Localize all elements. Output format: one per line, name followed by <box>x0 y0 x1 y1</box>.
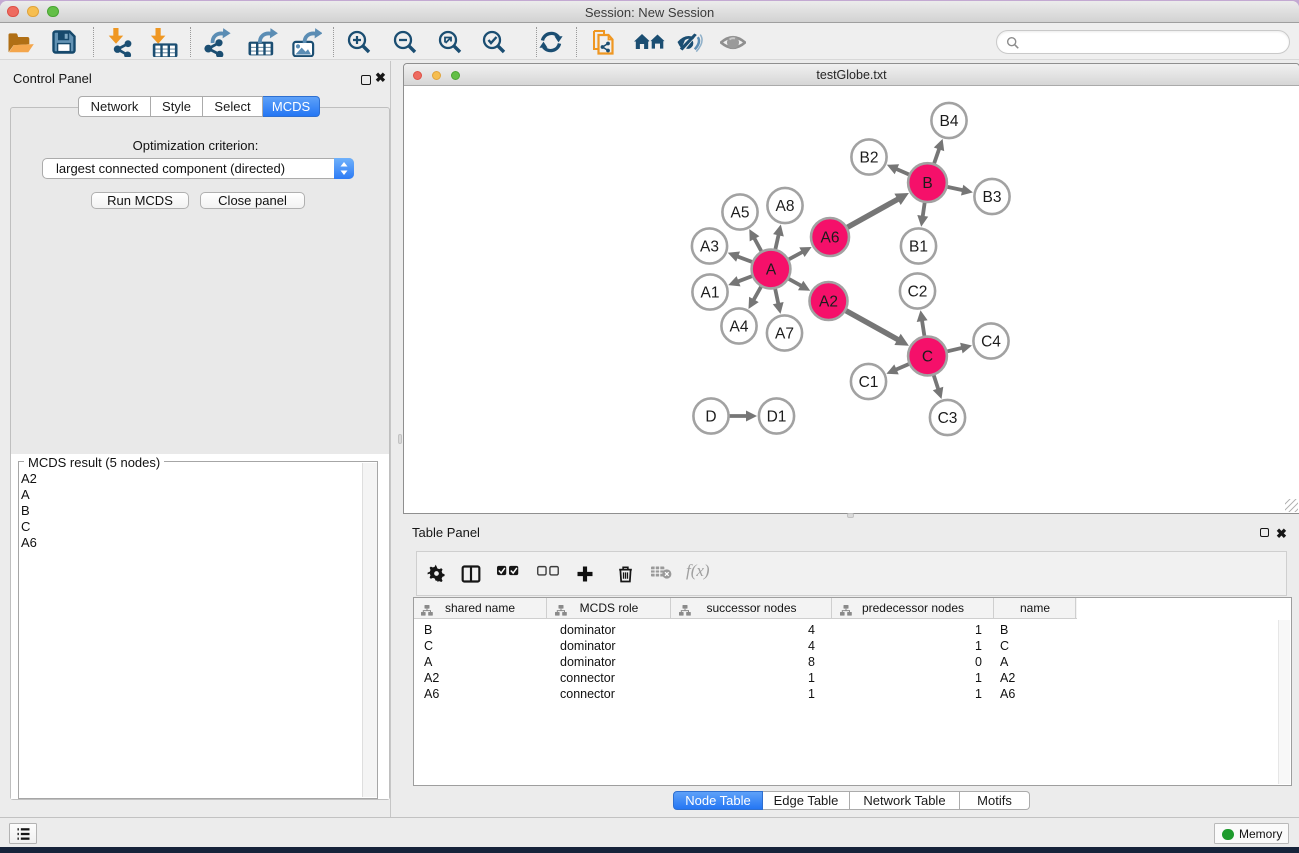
svg-text:C: C <box>922 349 933 366</box>
svg-text:A3: A3 <box>700 239 719 256</box>
svg-text:D1: D1 <box>767 409 787 426</box>
svg-text:A4: A4 <box>730 319 749 336</box>
svg-text:A8: A8 <box>776 198 795 215</box>
svg-text:C4: C4 <box>981 334 1001 351</box>
svg-text:A7: A7 <box>775 326 794 343</box>
svg-text:B1: B1 <box>909 239 928 256</box>
svg-text:A: A <box>766 262 777 279</box>
svg-text:A5: A5 <box>731 205 750 222</box>
svg-text:C3: C3 <box>938 410 958 427</box>
svg-text:B: B <box>922 175 932 192</box>
svg-text:B3: B3 <box>983 189 1002 206</box>
svg-text:C1: C1 <box>859 374 879 391</box>
svg-text:A6: A6 <box>821 230 840 247</box>
svg-text:D: D <box>705 409 716 426</box>
svg-text:A2: A2 <box>819 294 838 311</box>
svg-text:B4: B4 <box>940 113 959 130</box>
svg-text:C2: C2 <box>908 284 928 301</box>
svg-text:B2: B2 <box>860 150 879 167</box>
svg-text:A1: A1 <box>701 285 720 302</box>
